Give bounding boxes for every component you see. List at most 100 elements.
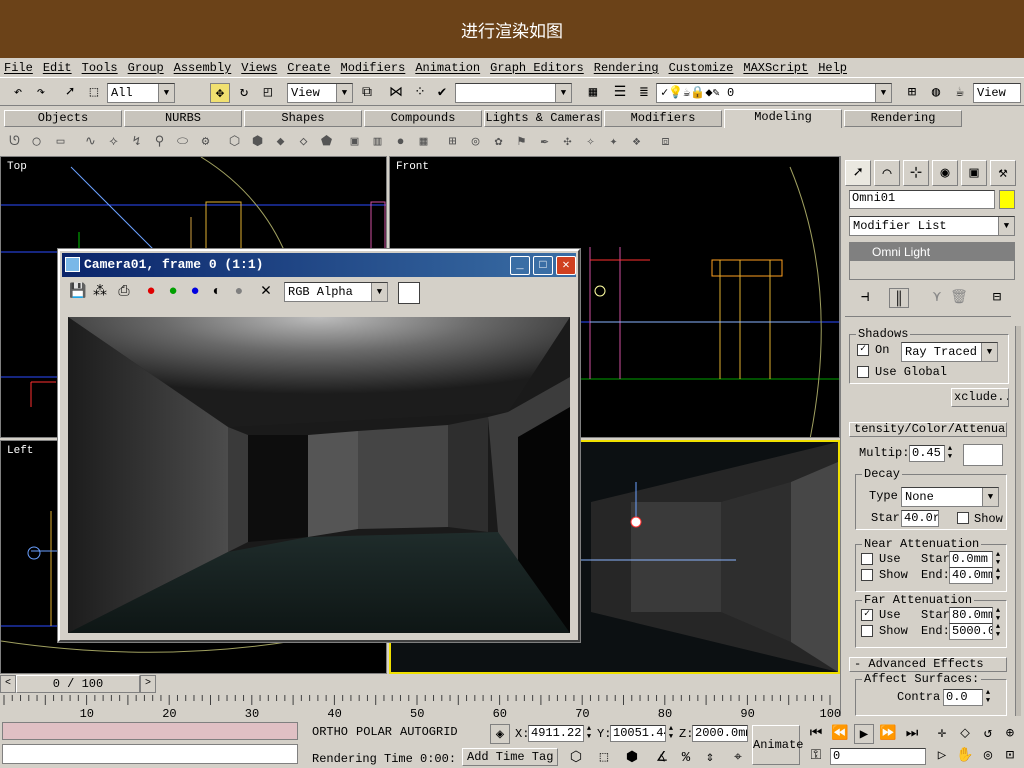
z-coordinate-field[interactable]: 2000.0mm [692, 725, 748, 742]
menu-item-edit[interactable]: Edit [43, 61, 72, 75]
exclude-button[interactable]: xclude.. [951, 388, 1009, 407]
relax-icon[interactable]: ✿ [490, 133, 507, 150]
menu-item-maxscript[interactable]: MAXScript [743, 61, 808, 75]
menu-item-customize[interactable]: Customize [669, 61, 734, 75]
reference-coord-dropdown[interactable]: View ▼ [287, 83, 353, 103]
near-end-field[interactable]: 40.0mm [949, 567, 993, 584]
use-global-checkbox[interactable] [857, 366, 869, 378]
maximize-viewport-icon[interactable]: ⊡ [1000, 746, 1020, 766]
advanced-effects-rollout-header[interactable]: - Advanced Effects [849, 657, 1007, 672]
schematic-view-icon[interactable]: ⊞ [902, 83, 922, 103]
mesh-vertex-icon[interactable]: ⬡ [226, 133, 243, 150]
y-coordinate-field[interactable]: 10051.44 [610, 725, 666, 742]
go-to-start-icon[interactable]: ⏮ [806, 724, 826, 744]
make-unique-icon[interactable]: ⋎ [927, 288, 947, 308]
maxscript-listener-pink[interactable] [2, 722, 298, 740]
y-spinner-icon[interactable]: ▲ ▼ [666, 725, 676, 742]
lathe-icon[interactable]: ⚲ [151, 133, 168, 150]
fov-icon[interactable]: ⊕ [1000, 724, 1020, 744]
render-type-dropdown[interactable]: View [973, 83, 1021, 103]
far-start-spinner-icon[interactable]: ▲ ▼ [993, 607, 1003, 624]
render-scene-icon[interactable]: ☕ [950, 83, 970, 103]
mesh-edge-icon[interactable]: ⬢ [249, 133, 266, 150]
contrast-field[interactable]: 0.0 [943, 689, 983, 706]
snap-toggle-icon[interactable]: ⬢ [622, 748, 642, 768]
uvw-icon[interactable]: ❖ [628, 133, 645, 150]
array-icon[interactable]: ⁘ [410, 83, 430, 103]
select-arrow-icon[interactable]: ➚ [60, 83, 80, 103]
spline-icon[interactable]: ∿ [82, 133, 99, 150]
far-end-field[interactable]: 5000.0 [949, 623, 993, 640]
menu-item-help[interactable]: Help [818, 61, 847, 75]
named-selection-set[interactable]: ▼ [455, 83, 572, 103]
ffd-icon[interactable]: ✦ [605, 133, 622, 150]
clone-window-icon[interactable]: ⁂ [90, 282, 110, 302]
noise-icon[interactable]: ⚑ [513, 133, 530, 150]
play-icon[interactable]: ▶ [854, 724, 874, 744]
tab-rendering[interactable]: Rendering [844, 110, 962, 127]
contrast-spinner-icon[interactable]: ▲ ▼ [983, 689, 993, 706]
menu-item-animation[interactable]: Animation [415, 61, 480, 75]
menu-item-modifiers[interactable]: Modifiers [341, 61, 406, 75]
prev-frame-icon[interactable]: < [0, 675, 16, 693]
object-name-field[interactable]: Omni01 [849, 190, 995, 209]
blue-channel-icon[interactable]: ● [185, 282, 205, 302]
far-show-checkbox[interactable] [861, 625, 873, 637]
utilities-tab-icon[interactable]: ⚒ [990, 160, 1016, 186]
remove-modifier-icon[interactable]: 🗑 [949, 288, 969, 308]
previous-frame-icon[interactable]: ⏪ [830, 724, 850, 744]
ortho-toggle[interactable]: ORTHO [312, 725, 348, 739]
current-frame-field[interactable]: 0 [830, 748, 926, 765]
close-icon[interactable]: ✕ [556, 256, 576, 275]
mirror-icon[interactable]: ⋈ [386, 83, 406, 103]
motion-tab-icon[interactable]: ◉ [932, 160, 958, 186]
red-channel-icon[interactable]: ● [141, 282, 161, 302]
object-color-swatch[interactable] [999, 190, 1015, 209]
minimize-icon[interactable]: _ [510, 256, 530, 275]
twist-icon[interactable]: ✣ [559, 133, 576, 150]
tab-modifiers[interactable]: Modifiers [604, 110, 722, 127]
arc-rotate-icon[interactable]: ↺ [978, 724, 998, 744]
decay-start-field[interactable]: 40.0r [901, 510, 939, 527]
field-of-view-icon[interactable]: ▷ [932, 746, 952, 766]
configure-sets-icon[interactable]: ⊟ [987, 288, 1007, 308]
menu-item-graph-editors[interactable]: Graph Editors [490, 61, 584, 75]
panel-scrollbar[interactable] [1015, 326, 1021, 716]
mesh-face-icon[interactable]: ◆ [272, 133, 289, 150]
shadow-type-dropdown[interactable]: Ray Traced ▼ [901, 342, 998, 362]
near-show-checkbox[interactable] [861, 569, 873, 581]
time-slider-thumb[interactable]: 0 / 100 [16, 675, 140, 693]
go-to-end-icon[interactable]: ⏭ [902, 724, 922, 744]
x-coordinate-field[interactable]: 4911.22 [528, 725, 584, 742]
autogrid-toggle[interactable]: AUTOGRID [400, 725, 458, 739]
circle-icon[interactable]: ◯ [28, 133, 45, 150]
magnet-icon[interactable]: ⌖ [728, 748, 748, 768]
create-tab-icon[interactable]: ➚ [845, 160, 871, 186]
menu-item-rendering[interactable]: Rendering [594, 61, 659, 75]
menu-item-tools[interactable]: Tools [82, 61, 118, 75]
menu-item-group[interactable]: Group [128, 61, 164, 75]
layer-manager-icon[interactable]: ≣ [634, 83, 654, 103]
near-end-spinner-icon[interactable]: ▲ ▼ [993, 567, 1003, 584]
region-select-icon[interactable]: ⬚ [84, 83, 104, 103]
clear-icon[interactable]: ✕ [256, 282, 276, 302]
zoom-extents-icon[interactable]: ⬦ [955, 724, 975, 744]
intensity-rollout-header[interactable]: tensity/Color/Attenuati [849, 422, 1007, 437]
save-image-icon[interactable]: 💾 [68, 282, 88, 302]
mesh-element-icon[interactable]: ⬟ [318, 133, 335, 150]
next-frame-button-icon[interactable]: ⏩ [878, 724, 898, 744]
far-end-spinner-icon[interactable]: ▲ ▼ [993, 623, 1003, 640]
tab-modeling[interactable]: Modeling [724, 109, 842, 128]
tessellate-icon[interactable]: ⊞ [444, 133, 461, 150]
grid-icon[interactable]: ▦ [415, 133, 432, 150]
cylinder-icon[interactable]: ▥ [369, 133, 386, 150]
bend-icon[interactable]: ✒ [536, 133, 553, 150]
edit-mesh-icon[interactable]: ⧈ [657, 133, 674, 150]
display-tab-icon[interactable]: ▣ [961, 160, 987, 186]
pan-icon[interactable]: ✛ [932, 724, 952, 744]
angle-snap-icon[interactable]: ∡ [652, 748, 672, 768]
layers-icon[interactable]: ☰ [610, 83, 630, 103]
decay-show-checkbox[interactable] [957, 512, 969, 524]
selection-lock-icon[interactable]: ⬡ [566, 748, 586, 768]
stack-item[interactable]: Omni Light [850, 243, 1014, 261]
